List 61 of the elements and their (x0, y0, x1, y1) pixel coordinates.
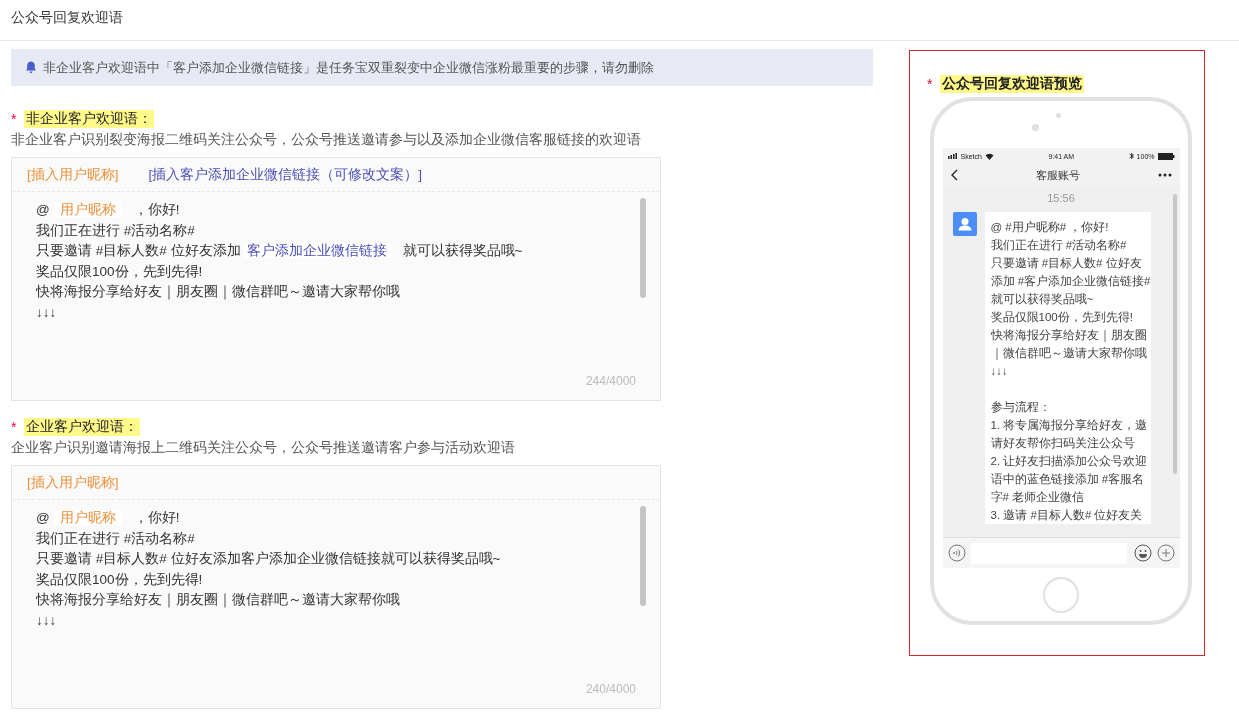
message-line: 只要邀请 #目标人数# 位好友 (990, 256, 1143, 271)
message-line: ｜微信群吧～邀请大家帮你哦 (990, 346, 1148, 362)
editor-line: 我们正在进行 #活动名称# (36, 529, 196, 548)
wifi-icon (984, 152, 994, 160)
message-line: 快将海报分享给好友｜朋友圈 (990, 328, 1148, 344)
message-line: 3. 邀请 #目标人数# 位好友关 (990, 508, 1144, 523)
message-line: 请好友帮你扫码关注公众号 (990, 436, 1136, 451)
message-editor[interactable]: @ 用户昵称 ，你好! 我们正在进行 #活动名称# 只要邀请 #目标人数# 位好友添加 客户添加企业微信链接 就可以获得奖品哦~ 奖品仅限100份，先到先得! 快将海报分享给好友｜朋友圈｜微信群吧～邀请大家帮你哦 ↓↓↓ 244/4000 (12, 192, 660, 400)
editor-line: 我们正在进行 #活动名称# (36, 221, 196, 240)
speaker-icon (1056, 113, 1061, 118)
editor-line: 奖品仅限100份，先到先得! (36, 570, 204, 589)
camera-icon (1032, 124, 1039, 131)
editor-line: @ 用户昵称 ，你好! (36, 509, 181, 527)
scrollbar[interactable] (640, 198, 646, 298)
section-description: 非企业客户识别裂变海报二维码关注公众号，公众号推送邀请参与以及添加企业微信客服链接的欢迎语 (11, 131, 642, 149)
char-counter: 244/4000 (585, 374, 636, 388)
message-line: @ #用户昵称# ，你好! (990, 220, 1110, 235)
battery-icon (1157, 152, 1175, 160)
preview-title: 公众号回复欢迎语预览 (940, 75, 1085, 93)
back-icon[interactable] (950, 169, 958, 181)
message-line: 字# 老师企业微信 (990, 490, 1086, 505)
avatar-icon (952, 212, 977, 236)
plus-icon[interactable] (1156, 544, 1175, 562)
editor-line: 只要邀请 #目标人数# 位好友添加客户添加企业微信链接就可以获得奖品哦~ (36, 550, 502, 568)
editor-line: @ 用户昵称 ，你好! (36, 201, 181, 219)
signal-icon (947, 153, 958, 159)
editor-line: 奖品仅限100份，先到先得! (36, 262, 204, 281)
notice-text: 非企业客户欢迎语中「客户添加企业微信链接」是任务宝双重裂变中企业微信涨粉最重要的步骤，请勿删除 (43, 58, 654, 77)
message-editor[interactable]: @ 用户昵称 ，你好! 我们正在进行 #活动名称# 只要邀请 #目标人数# 位好友添加客户添加企业微信链接就可以获得奖品哦~ 奖品仅限100份，先到先得! 快将海报分享给好友｜朋友圈｜微信群吧～邀请大家帮你哦 ↓↓↓ 240/4000 (12, 500, 660, 708)
emoji-icon[interactable] (1133, 544, 1152, 562)
required-mark: * (11, 419, 17, 435)
editor-line: 快将海报分享给好友｜朋友圈｜微信群吧～邀请大家帮你哦 (36, 591, 401, 610)
insert-link[interactable]: [插入客户添加企业微信链接（可修改文案）] (148, 165, 423, 184)
editor-line: ↓↓↓ (36, 303, 58, 322)
editor-line: 只要邀请 #目标人数# 位好友添加 客户添加企业微信链接 就可以获得奖品哦~ (36, 242, 524, 260)
char-counter: 240/4000 (585, 682, 636, 696)
page-title: 公众号回复欢迎语 (11, 9, 123, 27)
editor-line: 快将海报分享给好友｜朋友圈｜微信群吧～邀请大家帮你哦 (36, 283, 401, 302)
scrollbar[interactable] (640, 506, 646, 606)
bluetooth-icon (1128, 152, 1134, 160)
chat-title: 客服账号 (1035, 167, 1080, 183)
message-line: 奖品仅限100份，先到先得! (990, 310, 1134, 325)
message-line: 我们正在进行 #活动名称# (990, 238, 1128, 253)
message-line: 2. 让好友扫描添加公众号欢迎 (990, 454, 1149, 469)
required-mark: * (927, 76, 933, 92)
message-line: 1. 将专属海报分享给好友，邀 (990, 418, 1149, 433)
editor-line: ↓↓↓ (36, 611, 58, 630)
section-description: 企业客户识别邀请海报上二维码关注公众号，公众号推送邀请客户参与活动欢迎语 (11, 439, 516, 457)
message-time: 15:56 (1046, 192, 1076, 204)
message-line: 语中的蓝色链接添加 #客服名 (990, 472, 1146, 487)
section-label: 非企业客户欢迎语： (24, 110, 155, 128)
more-icon[interactable] (1157, 173, 1172, 177)
message-line: 参与流程： (990, 400, 1052, 415)
required-mark: * (11, 111, 17, 127)
bell-icon (25, 61, 37, 74)
section-label: 企业客户欢迎语： (24, 418, 141, 436)
scrollbar[interactable] (1172, 194, 1177, 474)
message-line: 添加 #客户添加企业微信链接# (990, 274, 1151, 289)
message-line: 就可以获得奖品哦~ (990, 292, 1095, 307)
voice-icon[interactable] (947, 544, 966, 562)
message-line: ↓↓↓ (990, 364, 1009, 379)
